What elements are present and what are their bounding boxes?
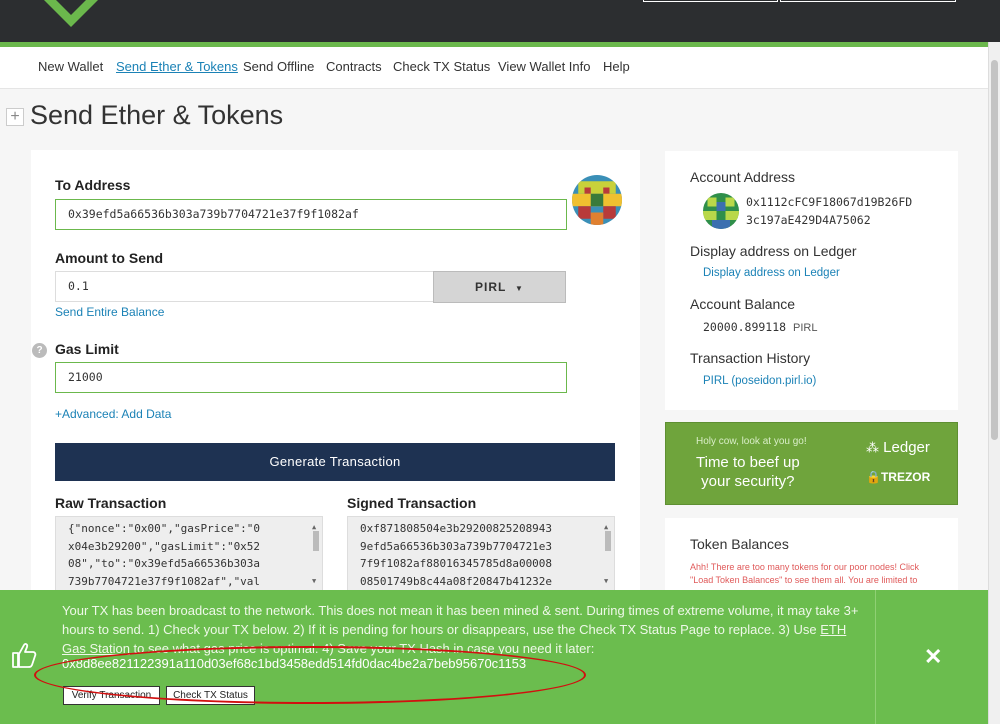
amount-input[interactable]: 0.1 bbox=[55, 271, 434, 302]
raw-line: 08","to":"0x39efd5a66536b303a bbox=[68, 557, 261, 570]
account-address-value: 0x1112cFC9F18067d19B26FD 3c197aE429D4A75… bbox=[746, 193, 912, 229]
address-line-2: 3c197aE429D4A75062 bbox=[746, 213, 871, 227]
notification-divider bbox=[875, 590, 876, 724]
balance-amount: 20000.899118 bbox=[703, 320, 787, 334]
advanced-add-data-link[interactable]: +Advanced: Add Data bbox=[55, 407, 171, 421]
account-address-label: Account Address bbox=[690, 169, 796, 185]
notification-text-2: hours to send. 1) Check your TX below. 2… bbox=[62, 622, 821, 637]
main-nav: New Wallet Send Ether & Tokens Send Offl… bbox=[0, 47, 988, 89]
caret-down-icon: ▼ bbox=[515, 284, 524, 293]
raw-line: 739b7704721e37f9f1082af","val bbox=[68, 574, 261, 588]
ledger-label: Display address on Ledger bbox=[690, 243, 857, 259]
nav-new-wallet[interactable]: New Wallet bbox=[38, 59, 103, 74]
promo-headline: Time to beef up your security? bbox=[696, 453, 800, 491]
nav-send-ether-tokens[interactable]: Send Ether & Tokens bbox=[116, 59, 238, 74]
signed-line: 0xf871808504e3b29200825208943 bbox=[360, 522, 553, 535]
logo-icon[interactable] bbox=[40, 0, 102, 40]
ledger-text: Ledger bbox=[883, 439, 930, 456]
eth-gas-station-link-a[interactable]: ETH bbox=[820, 622, 846, 637]
trezor-text: TREZOR bbox=[880, 470, 931, 484]
identicon-icon bbox=[572, 175, 622, 225]
to-address-input[interactable]: 0x39efd5a66536b303a739b7704721e37f9f1082… bbox=[55, 199, 567, 230]
annotation-red-oval bbox=[34, 646, 586, 704]
expand-icon[interactable]: + bbox=[6, 108, 24, 126]
promo-headline-line2: your security? bbox=[701, 473, 795, 490]
balance-unit: PIRL bbox=[793, 322, 818, 334]
promo-subtitle: Holy cow, look at you go! bbox=[696, 436, 807, 447]
account-balance-label: Account Balance bbox=[690, 296, 796, 312]
thumbs-up-icon bbox=[12, 643, 37, 668]
nav-contracts[interactable]: Contracts bbox=[326, 59, 382, 74]
hardware-wallet-promo[interactable]: Holy cow, look at you go! Time to beef u… bbox=[665, 422, 958, 505]
help-icon[interactable]: ? bbox=[32, 343, 47, 358]
signed-line: 08501749b8c44a08f20847b41232e bbox=[360, 574, 553, 588]
gas-limit-input[interactable]: 21000 bbox=[55, 362, 567, 393]
transaction-history-label: Transaction History bbox=[690, 350, 811, 366]
to-address-label: To Address bbox=[55, 177, 131, 193]
page-scrollbar-thumb[interactable] bbox=[991, 60, 998, 440]
page-title: Send Ether & Tokens bbox=[30, 100, 284, 130]
close-icon[interactable]: ✕ bbox=[924, 644, 942, 670]
ledger-logo[interactable]: ⁂ Ledger bbox=[866, 439, 930, 456]
notification-text-1: Your TX has been broadcast to the networ… bbox=[62, 603, 859, 618]
nav-check-tx-status[interactable]: Check TX Status bbox=[393, 59, 490, 74]
raw-transaction-textarea[interactable]: {"nonce":"0x00","gasPrice":"0 x04e3b2920… bbox=[55, 516, 323, 592]
display-on-ledger-link[interactable]: Display address on Ledger bbox=[703, 267, 840, 279]
raw-line: x04e3b29200","gasLimit":"0x52 bbox=[68, 539, 261, 553]
account-identicon-icon bbox=[703, 193, 739, 229]
promo-headline-line1: Time to beef up bbox=[696, 454, 800, 471]
generate-transaction-button[interactable]: Generate Transaction bbox=[55, 443, 615, 481]
signed-transaction-label: Signed Transaction bbox=[347, 495, 477, 511]
currency-label: PIRL bbox=[475, 280, 507, 294]
trezor-logo[interactable]: 🔒TREZOR bbox=[866, 470, 930, 484]
transaction-history-link[interactable]: PIRL (poseidon.pirl.io) bbox=[703, 375, 816, 387]
header-dropdown-1[interactable] bbox=[643, 0, 778, 2]
account-info-panel bbox=[665, 151, 958, 410]
top-header bbox=[0, 0, 1000, 42]
nav-view-wallet-info[interactable]: View Wallet Info bbox=[498, 59, 591, 74]
currency-dropdown[interactable]: PIRL ▼ bbox=[433, 271, 566, 303]
ledger-icon: ⁂ bbox=[866, 440, 879, 455]
signed-transaction-textarea[interactable]: 0xf871808504e3b29200825208943 9efd5a6653… bbox=[347, 516, 615, 592]
gas-limit-label: Gas Limit bbox=[55, 341, 119, 357]
signed-line: 7f9f1082af88016345785d8a00008 bbox=[360, 557, 553, 570]
account-balance-value: 20000.899118 PIRL bbox=[703, 320, 818, 334]
signed-line: 9efd5a66536b303a739b7704721e3 bbox=[360, 539, 553, 553]
address-line-1: 0x1112cFC9F18067d19B26FD bbox=[746, 195, 913, 209]
amount-label: Amount to Send bbox=[55, 250, 164, 266]
header-dropdown-2[interactable] bbox=[780, 0, 956, 2]
lock-icon: 🔒 bbox=[866, 470, 881, 484]
raw-transaction-label: Raw Transaction bbox=[55, 495, 167, 511]
page-scrollbar[interactable] bbox=[988, 42, 1000, 724]
token-balances-warning: Ahh! There are too many tokens for our p… bbox=[690, 562, 919, 585]
nav-help[interactable]: Help bbox=[603, 59, 630, 74]
send-entire-balance-link[interactable]: Send Entire Balance bbox=[55, 305, 164, 319]
raw-textarea-scrollbar[interactable]: ▲ ▼ bbox=[311, 519, 321, 585]
raw-line: {"nonce":"0x00","gasPrice":"0 bbox=[68, 522, 261, 535]
nav-send-offline[interactable]: Send Offline bbox=[243, 59, 314, 74]
signed-textarea-scrollbar[interactable]: ▲ ▼ bbox=[603, 519, 613, 585]
token-balances-title: Token Balances bbox=[690, 536, 789, 552]
